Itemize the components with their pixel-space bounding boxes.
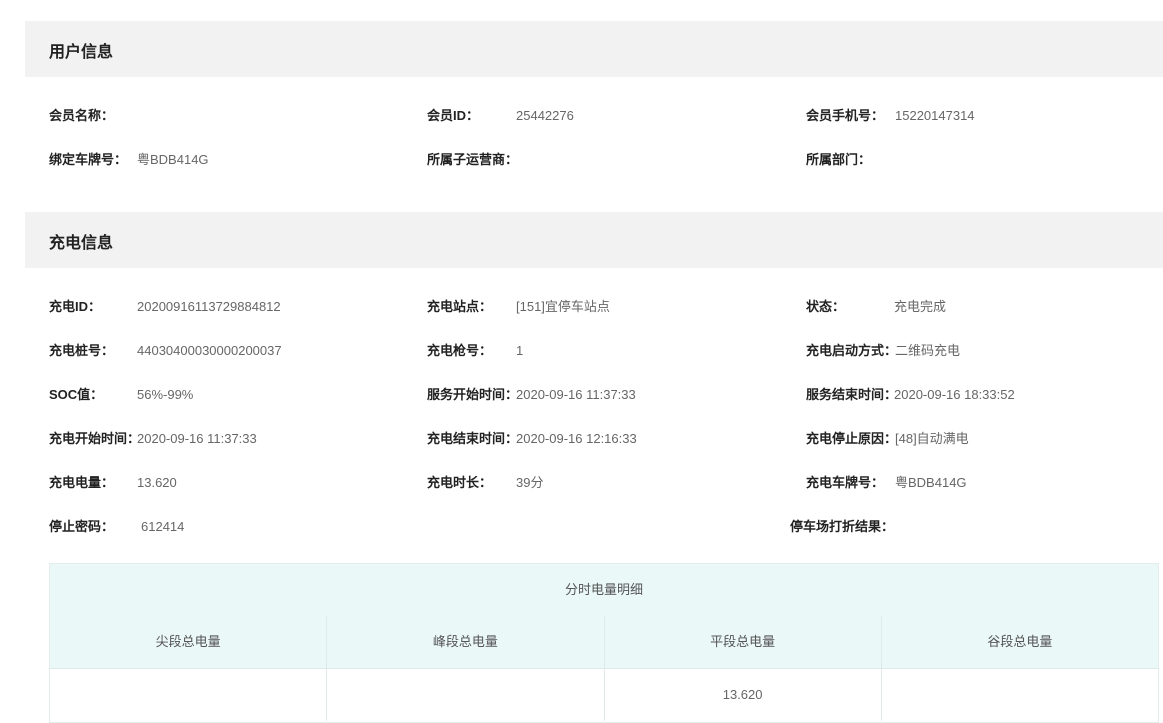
station-label: 充电站点： (427, 299, 493, 314)
parking-discount-label: 停车场打折结果： (790, 519, 895, 534)
stop-password-label: 停止密码： (49, 519, 115, 534)
charge-info-header: 充电信息 (25, 212, 1163, 268)
charge-end-label: 充电结束时间： (427, 431, 519, 446)
member-id-field: 会员ID： 25442276 (427, 108, 574, 124)
department-field: 所属部门： (806, 152, 871, 168)
gun-no-field: 充电枪号： 1 (427, 343, 523, 359)
duration-value: 39分 (516, 475, 544, 490)
pile-no-value: 44030400030000200037 (137, 343, 282, 358)
service-end-value: 2020-09-16 18:33:52 (894, 387, 1015, 402)
charge-start-field: 充电开始时间： 2020-09-16 11:37:33 (49, 431, 257, 447)
stop-reason-field: 充电停止原因： [48]自动满电 (806, 431, 969, 447)
charge-id-field: 充电ID： 20200916113729884812 (49, 299, 281, 315)
member-id-value: 25442276 (516, 108, 574, 123)
cell-sharp-energy (50, 669, 328, 721)
member-name-label: 会员名称： (49, 108, 115, 123)
energy-field: 充电电量： 13.620 (49, 475, 177, 491)
service-end-field: 服务结束时间： 2020-09-16 18:33:52 (806, 387, 1015, 403)
member-phone-label: 会员手机号： (806, 108, 885, 123)
parking-discount-field: 停车场打折结果： (790, 519, 894, 535)
energy-detail-title: 分时电量明细 (50, 564, 1158, 617)
energy-value: 13.620 (137, 475, 177, 490)
bound-plate-value: 粤BDB414G (137, 152, 209, 167)
charge-id-value: 20200916113729884812 (137, 299, 281, 314)
service-start-label: 服务开始时间： (427, 387, 519, 402)
service-start-field: 服务开始时间： 2020-09-16 11:37:33 (427, 387, 636, 403)
stop-password-value: 612414 (141, 519, 185, 534)
status-label: 状态： (806, 299, 846, 314)
energy-label: 充电电量： (49, 475, 115, 490)
pile-no-label: 充电桩号： (49, 343, 115, 358)
stop-reason-value: [48]自动满电 (895, 431, 969, 446)
service-end-label: 服务结束时间： (806, 387, 898, 402)
cell-peak-energy (327, 669, 605, 721)
stop-password-field: 停止密码： 612414 (49, 519, 184, 535)
table-row: 13.620 (50, 669, 1158, 721)
member-id-label: 会员ID： (427, 108, 480, 123)
gun-no-label: 充电枪号： (427, 343, 493, 358)
start-mode-field: 充电启动方式： 二维码充电 (806, 343, 960, 359)
charge-info-title: 充电信息 (49, 235, 114, 252)
charge-start-label: 充电开始时间： (49, 431, 141, 446)
charge-plate-label: 充电车牌号： (806, 475, 885, 490)
bound-plate-field: 绑定车牌号： 粤BDB414G (49, 152, 209, 168)
soc-field: SOC值： 56%-99% (49, 387, 193, 403)
service-start-value: 2020-09-16 11:37:33 (516, 387, 636, 402)
start-mode-value: 二维码充电 (895, 343, 961, 358)
header-peak-energy: 峰段总电量 (327, 616, 605, 668)
user-info-header: 用户信息 (25, 21, 1163, 77)
stop-reason-label: 充电停止原因： (806, 431, 898, 446)
bound-plate-label: 绑定车牌号： (49, 152, 128, 167)
station-value: [151]宜停车站点 (516, 299, 610, 314)
table-header-row: 尖段总电量 峰段总电量 平段总电量 谷段总电量 (50, 616, 1158, 669)
soc-label: SOC值： (49, 387, 104, 402)
sub-operator-field: 所属子运营商： (427, 152, 518, 168)
duration-field: 充电时长： 39分 (427, 475, 543, 491)
status-field: 状态： 充电完成 (806, 299, 946, 315)
charge-plate-field: 充电车牌号： 粤BDB414G (806, 475, 967, 491)
soc-value: 56%-99% (137, 387, 194, 402)
member-phone-field: 会员手机号： 15220147314 (806, 108, 975, 124)
sub-operator-label: 所属子运营商： (427, 152, 519, 167)
pile-no-field: 充电桩号： 44030400030000200037 (49, 343, 282, 359)
charge-end-field: 充电结束时间： 2020-09-16 12:16:33 (427, 431, 637, 447)
charge-start-value: 2020-09-16 11:37:33 (137, 431, 257, 446)
cell-valley-energy (882, 669, 1158, 721)
charge-id-label: 充电ID： (49, 299, 102, 314)
member-phone-value: 15220147314 (895, 108, 975, 123)
duration-label: 充电时长： (427, 475, 493, 490)
header-flat-energy: 平段总电量 (605, 616, 882, 668)
header-sharp-energy: 尖段总电量 (50, 616, 328, 668)
charge-end-value: 2020-09-16 12:16:33 (516, 431, 637, 446)
energy-detail-table: 分时电量明细 尖段总电量 峰段总电量 平段总电量 谷段总电量 13.620 (49, 563, 1159, 723)
station-field: 充电站点： [151]宜停车站点 (427, 299, 610, 315)
department-label: 所属部门： (806, 152, 872, 167)
start-mode-label: 充电启动方式： (806, 343, 898, 358)
gun-no-value: 1 (516, 343, 524, 358)
user-info-title: 用户信息 (49, 44, 114, 61)
cell-flat-energy: 13.620 (605, 669, 882, 721)
member-name-field: 会员名称： (49, 108, 114, 124)
charge-order-detail-page: 用户信息 会员名称： 会员ID： 25442276 会员手机号： 1522014… (0, 0, 1163, 723)
charge-plate-value: 粤BDB414G (895, 475, 967, 490)
header-valley-energy: 谷段总电量 (987, 634, 1053, 649)
status-value: 充电完成 (894, 299, 947, 314)
